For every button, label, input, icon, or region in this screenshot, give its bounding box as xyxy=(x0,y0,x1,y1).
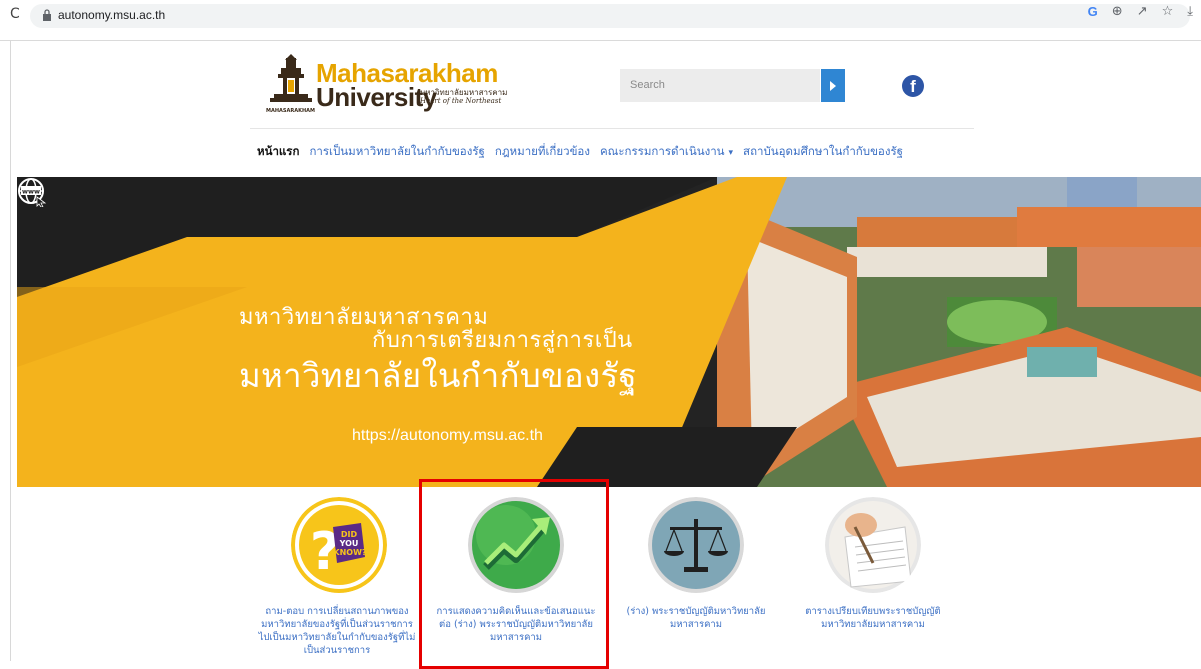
did-you-know-icon[interactable]: ? DID YOU KNOW? xyxy=(291,497,387,593)
globe-label: www xyxy=(22,188,40,196)
url-text[interactable]: autonomy.msu.ac.th xyxy=(58,8,165,22)
browser-actions: G ⊕ ↗ ☆ ⤓ xyxy=(1088,4,1193,19)
header-divider xyxy=(250,128,974,129)
scales-icon[interactable] xyxy=(648,497,744,593)
logo-tagline: Heart of the Northeast xyxy=(420,97,502,105)
banner-headline-line3: มหาวิทยาลัยในกำกับของรัฐ xyxy=(239,356,637,395)
card-faq-title[interactable]: ถาม-ตอบ การเปลี่ยนสถานภาพของมหาวิทยาลัยข… xyxy=(257,605,417,657)
nav-item-committee[interactable]: คณะกรรมการดำเนินงาน ▾ xyxy=(600,143,733,161)
share-icon[interactable]: ↗ xyxy=(1137,4,1148,19)
card-draft-act-title[interactable]: (ร่าง) พระราชบัญญัติมหาวิทยาลัยมหาสารคาม xyxy=(616,605,776,631)
lock-icon xyxy=(43,9,51,21)
banner-url[interactable]: https://autonomy.msu.ac.th xyxy=(352,427,543,445)
browser-toolbar: C autonomy.msu.ac.th G ⊕ ↗ ☆ ⤓ xyxy=(0,0,1201,41)
nav-item-committee-label: คณะกรรมการดำเนินงาน xyxy=(599,144,725,158)
www-globe-icon: www xyxy=(18,178,47,207)
nav-item-autonomous-university[interactable]: การเป็นมหาวิทยาลัยในกำกับของรัฐ xyxy=(309,143,484,161)
document-signing-icon[interactable] xyxy=(825,497,921,593)
nav-item-related-laws[interactable]: กฎหมายที่เกี่ยวข้อง xyxy=(495,143,590,161)
nav-item-home[interactable]: หน้าแรก xyxy=(257,143,299,161)
search-input[interactable]: Search xyxy=(620,69,820,102)
search-submit-button[interactable] xyxy=(821,69,845,102)
logo-under-text: MAHASARAKHAM xyxy=(266,108,315,114)
badge-you: YOU xyxy=(339,539,359,548)
document-signing-graphic xyxy=(825,497,921,593)
address-bar[interactable]: autonomy.msu.ac.th xyxy=(30,4,1190,28)
nav-item-autonomous-institutions[interactable]: สถาบันอุดมศึกษาในกำกับของรัฐ xyxy=(743,143,903,161)
badge-did: DID xyxy=(341,530,358,539)
highlight-box xyxy=(419,479,609,669)
scales-graphic xyxy=(648,497,744,593)
main-navigation: หน้าแรก การเป็นมหาวิทยาลัยในกำกับของรัฐ … xyxy=(257,143,903,161)
chevron-down-icon: ▾ xyxy=(728,148,734,158)
logo-title-line2[interactable]: University xyxy=(316,82,437,113)
bookmark-star-icon[interactable]: ☆ xyxy=(1162,4,1174,19)
google-icon[interactable]: G xyxy=(1088,4,1098,19)
did-you-know-graphic: ? DID YOU KNOW? xyxy=(291,497,387,593)
card-comparison-table-title[interactable]: ตารางเปรียบเทียบพระราชบัญญัติมหาวิทยาลัย… xyxy=(793,605,953,631)
zoom-icon[interactable]: ⊕ xyxy=(1112,4,1123,19)
reload-icon[interactable]: C xyxy=(10,6,20,22)
badge-know: KNOW? xyxy=(333,548,367,557)
facebook-icon[interactable]: f xyxy=(902,75,924,97)
search-placeholder: Search xyxy=(630,79,665,91)
download-icon[interactable]: ⤓ xyxy=(1187,4,1193,19)
page-border xyxy=(10,40,11,661)
hero-banner[interactable]: มหาวิทยาลัยมหาสารคาม กับการเตรียมการสู่ก… xyxy=(17,177,1201,487)
